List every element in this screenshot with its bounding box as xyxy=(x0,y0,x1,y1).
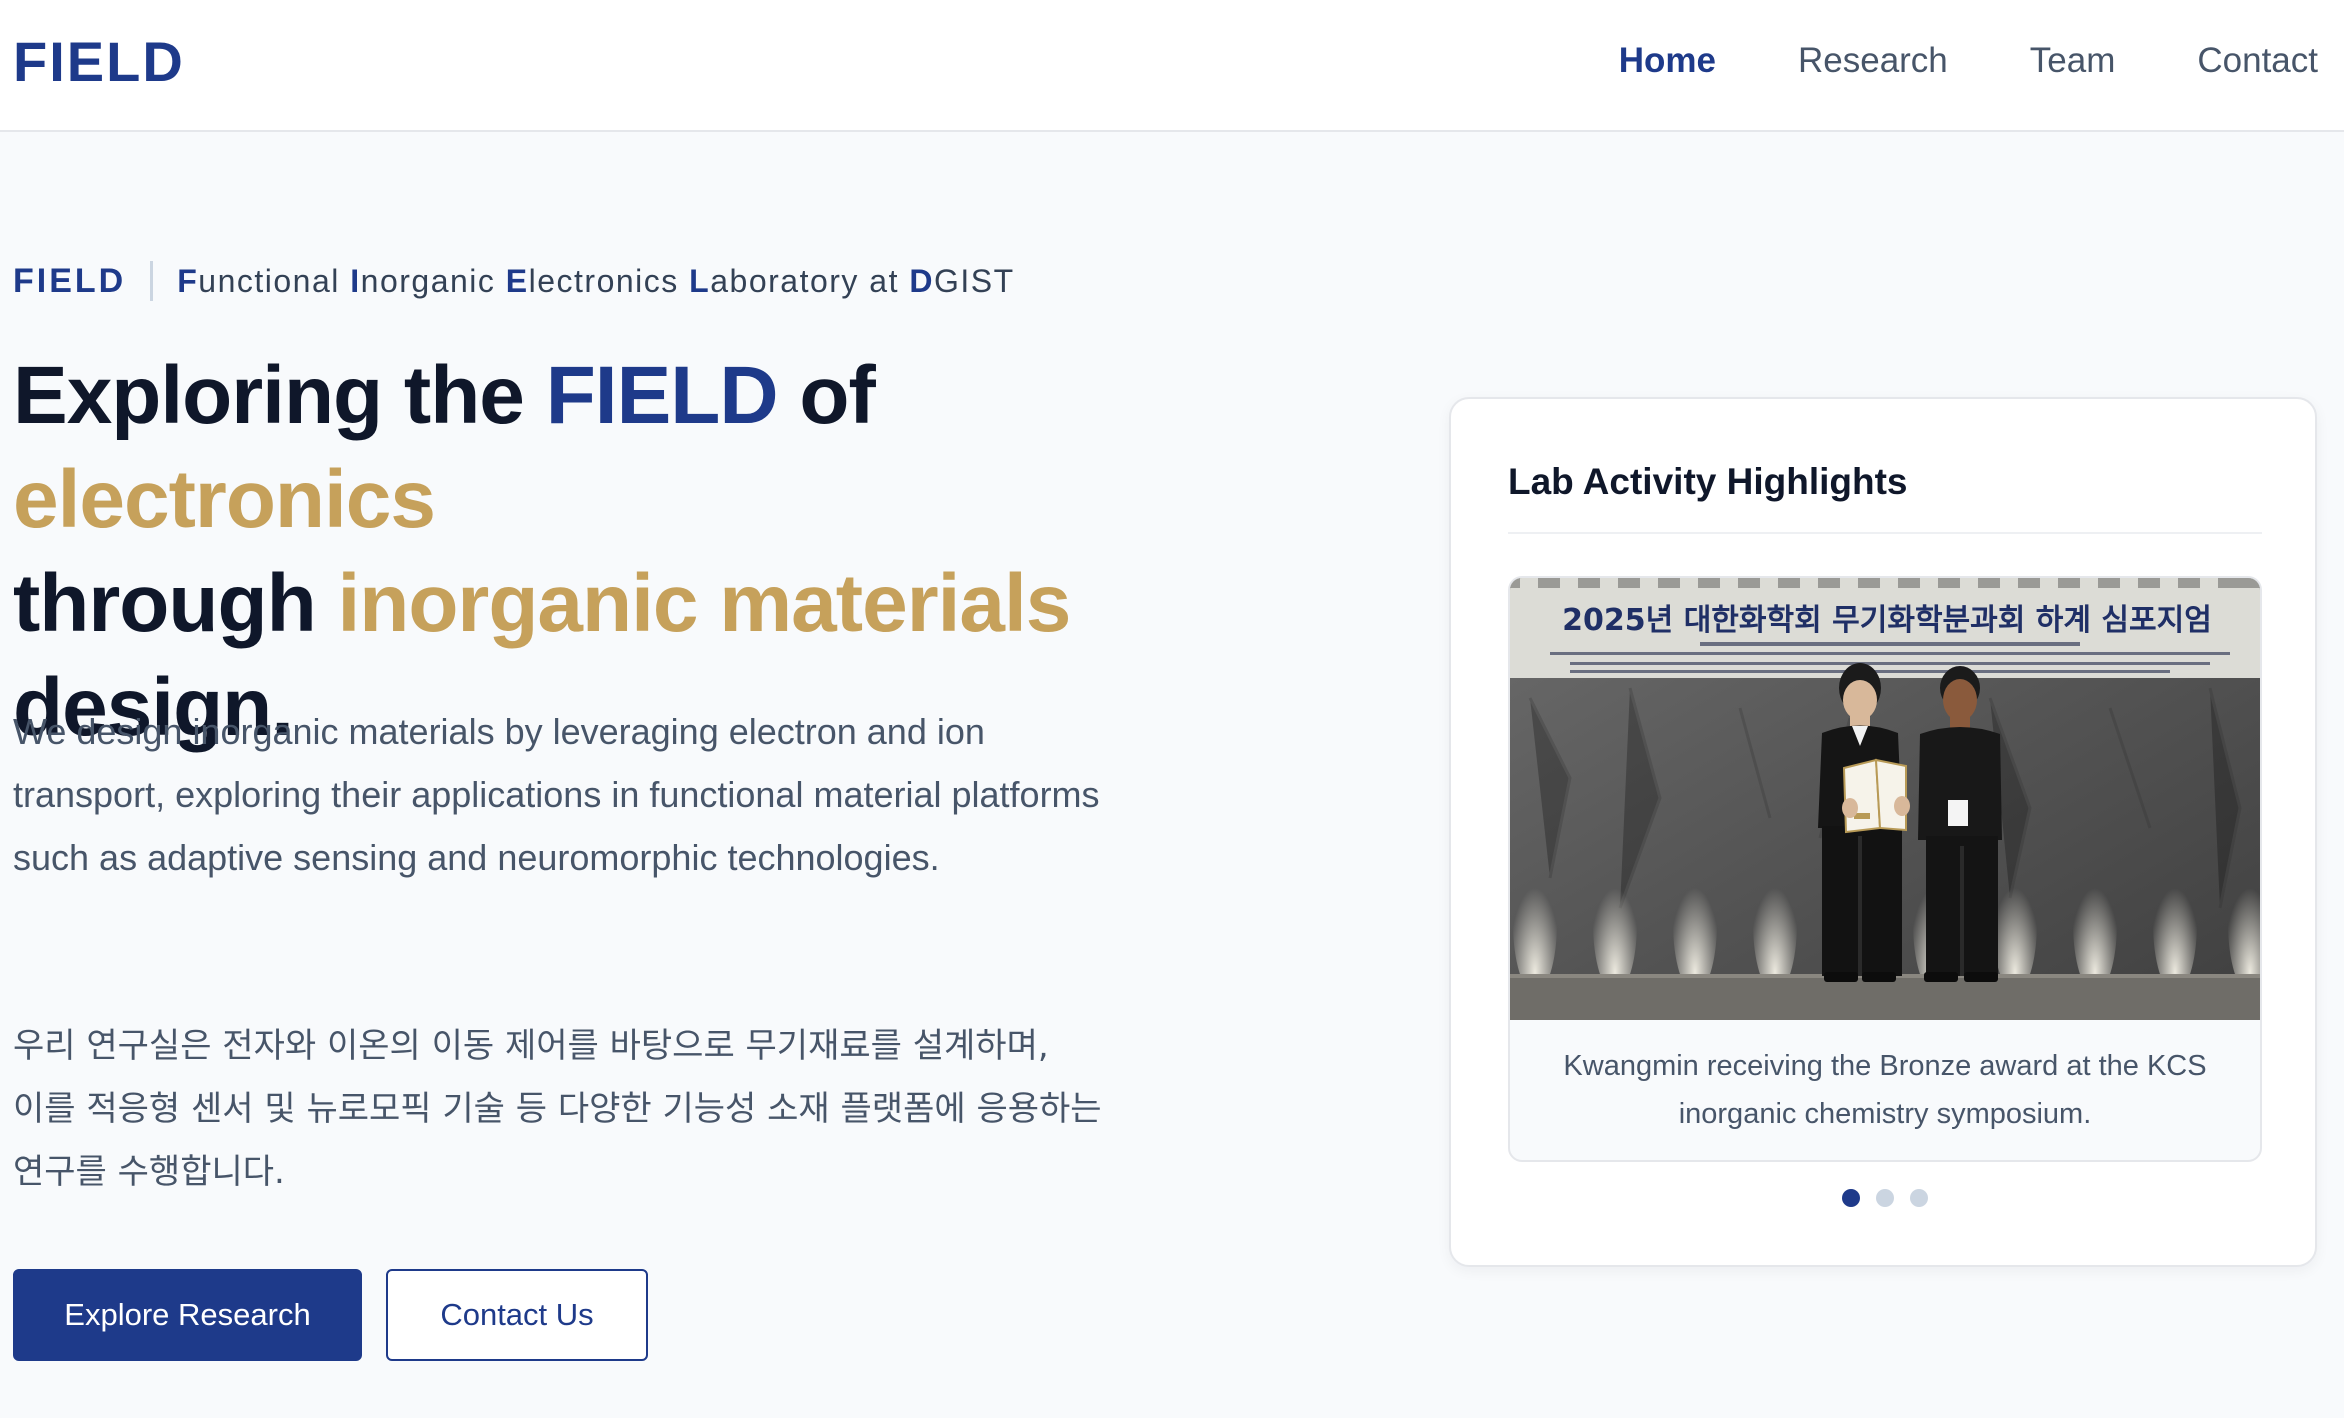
main-nav: Home Research Team Contact xyxy=(1619,38,2318,84)
site-logo[interactable]: FIELD xyxy=(13,30,185,94)
initial-f: F xyxy=(177,262,199,299)
nav-research[interactable]: Research xyxy=(1798,38,1948,84)
headline-text: of xyxy=(777,350,875,441)
intro-korean-line: 우리 연구실은 전자와 이온의 이동 제어를 바탕으로 무기재료를 설계하며, xyxy=(13,1026,1049,1066)
headline-text: through xyxy=(13,558,338,649)
word-rest: GIST xyxy=(933,262,1015,299)
explore-research-button[interactable]: Explore Research xyxy=(13,1269,362,1361)
site-header: FIELD Home Research Team Contact xyxy=(0,0,2344,132)
hero-headline: Exploring the FIELD of electronics throug… xyxy=(13,344,1313,760)
carousel-dot-2[interactable] xyxy=(1876,1189,1894,1207)
intro-korean: 우리 연구실은 전자와 이온의 이동 제어를 바탕으로 무기재료를 설계하며, … xyxy=(13,1015,1263,1204)
carousel-dot-3[interactable] xyxy=(1910,1189,1928,1207)
initial-e: E xyxy=(505,262,529,299)
highlight-slide[interactable]: 2025년 대한화학회 무기화학분과회 하계 심포지엄 Kwangmin rec… xyxy=(1508,576,2262,1162)
carousel-dots xyxy=(1451,1189,2319,1207)
card-divider xyxy=(1508,532,2262,534)
eyebrow-divider xyxy=(150,261,154,301)
eyebrow-full-name: Functional Inorganic Electronics Laborat… xyxy=(177,263,1014,300)
slide-caption: Kwangmin receiving the Bronze award at t… xyxy=(1563,1050,2207,1130)
nav-contact[interactable]: Contact xyxy=(2197,38,2318,84)
carousel-dot-1[interactable] xyxy=(1842,1189,1860,1207)
word-rest: lectronics xyxy=(528,262,690,299)
highlights-title: Lab Activity Highlights xyxy=(1508,461,1908,502)
nav-home[interactable]: Home xyxy=(1619,38,1716,84)
word-rest: norganic xyxy=(360,262,506,299)
intro-korean-line: 연구를 수행합니다. xyxy=(13,1152,285,1192)
banner-text: 2025년 대한화학회 무기화학분과회 하계 심포지엄 xyxy=(1562,603,2212,638)
initial-d: D xyxy=(909,262,934,299)
highlights-card: Lab Activity Highlights 2025년 대한화학회 무기화학… xyxy=(1449,397,2317,1267)
headline-text: Exploring the xyxy=(13,350,546,441)
contact-us-button[interactable]: Contact Us xyxy=(386,1269,648,1361)
intro-english: We design inorganic materials by leverag… xyxy=(13,711,1100,878)
headline-highlight-materials: inorganic materials xyxy=(337,558,1071,649)
headline-highlight-field: FIELD xyxy=(545,350,779,441)
eyebrow-abbr: FIELD xyxy=(13,261,127,300)
initial-l: L xyxy=(689,262,711,299)
lab-eyebrow: FIELD Functional Inorganic Electronics L… xyxy=(13,258,1015,304)
nav-team[interactable]: Team xyxy=(2030,38,2116,84)
word-rest: unctional xyxy=(198,262,351,299)
award-photo: 2025년 대한화학회 무기화학분과회 하계 심포지엄 xyxy=(1510,578,2260,1020)
intro-korean-line: 이를 적응형 센서 및 뉴로모픽 기술 등 다양한 기능성 소재 플랫폼에 응용… xyxy=(13,1089,1102,1129)
headline-highlight-electronics: electronics xyxy=(13,454,436,545)
initial-i: I xyxy=(350,262,361,299)
word-rest: aboratory at xyxy=(710,262,910,299)
